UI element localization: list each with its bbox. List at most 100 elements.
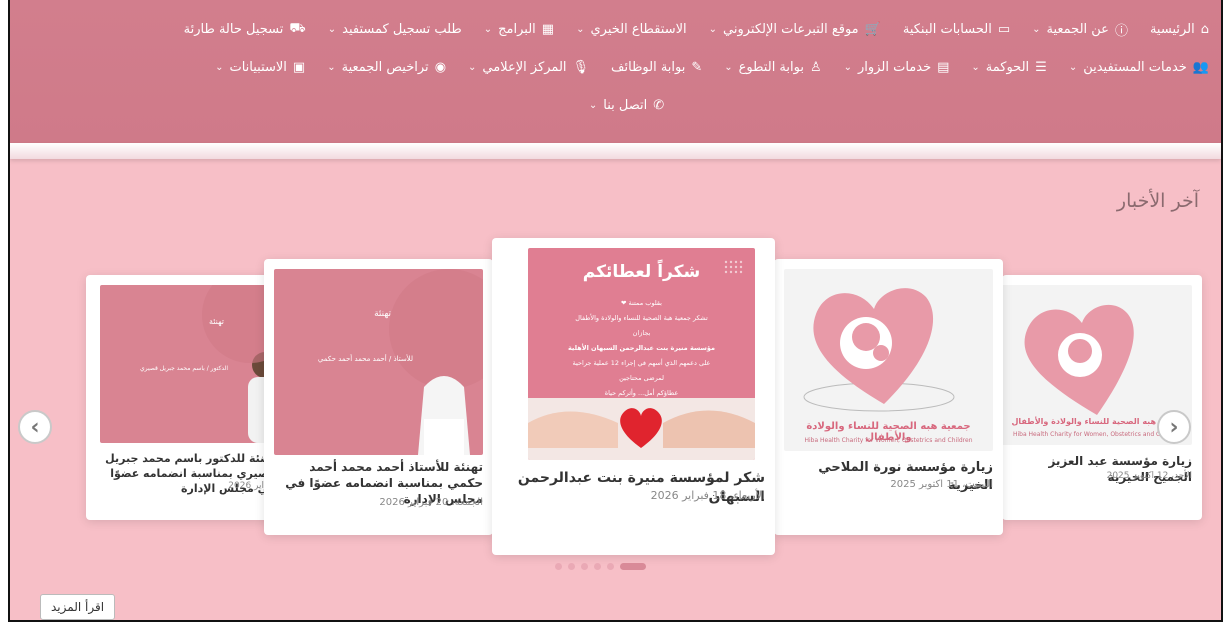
card-image-line: لمرضى محتاجين bbox=[619, 374, 664, 382]
nav-item-label: عن الجمعية bbox=[1046, 21, 1109, 37]
news-card[interactable]: تهنئة للأستاذ / أحمد محمد أحمد حكمي تهنئ… bbox=[264, 259, 493, 535]
nav-item-row2-2[interactable]: ▤ خدمات الزوار ⌄ bbox=[844, 60, 950, 75]
chevron-down-icon: ⌄ bbox=[327, 23, 337, 35]
card-image-title: شكراً لعطائكم bbox=[582, 262, 701, 282]
card-image: تهنئة الدكتور / باسم محمد جبريل قصيري bbox=[100, 285, 286, 443]
nav-item-row2-6[interactable]: ◉ تراخيص الجمعية ⌄ bbox=[327, 60, 446, 75]
read-more-button[interactable]: اقرأ المزيد bbox=[40, 594, 116, 620]
chevron-down-icon: ⌄ bbox=[971, 61, 980, 73]
home-icon: ⌂ bbox=[1200, 21, 1209, 37]
card-date: الأربعاء، 18 فبراير 2026 bbox=[650, 489, 765, 502]
nav-item-label: بوابة التطوع bbox=[738, 59, 804, 75]
nav-item-label: الحوكمة bbox=[985, 59, 1030, 75]
card-image-title: تهنئة bbox=[208, 317, 224, 326]
nav-item-row2-5[interactable]: 🎙 المركز الإعلامي ⌄ bbox=[468, 60, 589, 75]
microphone-icon: 🎙 bbox=[572, 59, 590, 75]
carousel-pagination bbox=[555, 563, 646, 570]
nav-row-1: ⌂ الرئيسية ⓘ عن الجمعية ⌄ ▭ الحسابات البنكية 🛒 م… bbox=[22, 10, 1209, 48]
person-photo-icon bbox=[202, 285, 286, 443]
nav-item-row1-2[interactable]: ▭ الحسابات البنكية bbox=[903, 22, 1010, 37]
nav-item-label: تراخيص الجمعية bbox=[341, 59, 429, 75]
news-card[interactable]: جمعية هبه الصحية للنساء والولادة والأطفا… bbox=[774, 259, 1003, 535]
card-image-name: للأستاذ / أحمد محمد أحمد حكمي bbox=[317, 355, 413, 363]
person-icon: ♙ bbox=[809, 59, 822, 75]
nav-item-row1-3[interactable]: 🛒 موقع التبرعات الإلكتروني ⌄ bbox=[709, 22, 881, 37]
nav-item-row2-0[interactable]: 👥 خدمات المستفيدين ⌄ bbox=[1069, 60, 1209, 75]
users-icon: 👥 bbox=[1192, 59, 1209, 75]
carousel-prev-button[interactable]: ‹ bbox=[18, 410, 52, 444]
nav-item-row2-3[interactable]: ♙ بوابة التطوع ⌄ bbox=[724, 60, 821, 75]
card-image-line: مؤسسة منيرة بنت عبدالرحمن السبهان الأهلي… bbox=[567, 344, 716, 352]
phone-icon: ✆ bbox=[653, 97, 665, 113]
nav-item-row1-5[interactable]: ▦ البرامج ⌄ bbox=[484, 22, 554, 37]
chevron-down-icon: ⌄ bbox=[468, 61, 477, 73]
nav-item-label: طلب تسجيل كمستفيد bbox=[342, 21, 462, 37]
news-card[interactable]: تهنئة الدكتور / باسم محمد جبريل قصيري ته… bbox=[86, 275, 286, 520]
news-card[interactable]: جمعية هبه الصحية للنساء والولادة والأطفا… bbox=[1002, 275, 1202, 520]
globe-icon: ◉ bbox=[434, 59, 447, 75]
chevron-down-icon: ⌄ bbox=[215, 61, 224, 73]
nav-item-row1-7[interactable]: ⛟ تسجيل حالة طارئة bbox=[184, 21, 306, 38]
nav-item-label: الحسابات البنكية bbox=[902, 21, 992, 37]
card-image-line: على دعمهم الذي أسهم في إجراء 12 عملية جر… bbox=[572, 359, 711, 367]
page-frame: ⌂ الرئيسية ⓘ عن الجمعية ⌄ ▭ الحسابات البنكية 🛒 م… bbox=[8, 0, 1223, 622]
nav-row-3: ✆ اتصل بنا ⌄ bbox=[22, 86, 1209, 124]
card-image-line: عطاؤكم أمل... وأثركم حياة bbox=[604, 389, 679, 397]
chevron-down-icon: ⌄ bbox=[327, 61, 336, 73]
main-navigation: ⌂ الرئيسية ⓘ عن الجمعية ⌄ ▭ الحسابات البنكية 🛒 م… bbox=[10, 0, 1221, 143]
carousel-dot[interactable] bbox=[607, 563, 614, 570]
card-image-title: تهنئة bbox=[374, 309, 391, 319]
nav-item-label: البرامج bbox=[498, 21, 536, 37]
nav-item-row1-6[interactable]: طلب تسجيل كمستفيد ⌄ bbox=[328, 22, 462, 37]
nav-item-label: الرئيسية bbox=[1149, 21, 1195, 37]
chevron-left-icon: ‹ bbox=[30, 414, 40, 440]
carousel-dot[interactable] bbox=[620, 563, 646, 570]
chevron-down-icon: ⌄ bbox=[1032, 23, 1041, 35]
card-date: الأحد، 12 اكتوبر 2025 bbox=[1106, 471, 1192, 481]
card-image: جمعية هبه الصحية للنساء والولادة والأطفا… bbox=[784, 269, 993, 451]
chevron-down-icon: ⌄ bbox=[708, 23, 718, 35]
carousel-dot[interactable] bbox=[568, 563, 575, 570]
ambulance-icon: ⛟ bbox=[289, 20, 306, 36]
nav-item-label: اتصل بنا bbox=[603, 97, 648, 113]
nav-item-label: موقع التبرعات الإلكتروني bbox=[723, 21, 859, 37]
cart-icon: 🛒 bbox=[864, 21, 881, 37]
calendar-icon: ▦ bbox=[541, 21, 555, 37]
card-org-english: Hiba Health Charity for Women, Obstetric… bbox=[804, 437, 973, 444]
nav-item-row1-0[interactable]: ⌂ الرئيسية bbox=[1150, 22, 1209, 37]
carousel-dot[interactable] bbox=[555, 563, 562, 570]
card-image-line: بقلوب ممتنة ❤ bbox=[621, 299, 662, 307]
chevron-down-icon: ⌄ bbox=[1068, 61, 1078, 73]
chevron-down-icon: ⌄ bbox=[843, 61, 853, 73]
chevron-down-icon: ⌄ bbox=[724, 61, 733, 73]
section-title: آخر الأخبار bbox=[1116, 190, 1199, 212]
card-image-line: تشكر جمعية هبة الصحية للنساء والولادة وا… bbox=[575, 314, 708, 322]
nav-row-2: 👥 خدمات المستفيدين ⌄ ☰ الحوكمة ⌄ ▤ خدمات الزوار… bbox=[22, 48, 1209, 86]
card-image: شكراً لعطائكم بقلوب ممتنة ❤ تشكر جمعية هب… bbox=[528, 248, 755, 460]
carousel-dot[interactable] bbox=[594, 563, 601, 570]
chevron-right-icon: › bbox=[1169, 414, 1179, 440]
nav-divider bbox=[10, 143, 1221, 159]
card-date: السبت، 11 اكتوبر 2025 bbox=[890, 479, 993, 490]
nav-item-row1-4[interactable]: الاستقطاع الخيري ⌄ bbox=[576, 22, 687, 37]
nav-item-label: الاستقطاع الخيري bbox=[590, 21, 687, 37]
carousel-next-button[interactable]: › bbox=[1157, 410, 1191, 444]
chevron-down-icon: ⌄ bbox=[588, 99, 598, 111]
carousel-dot[interactable] bbox=[581, 563, 588, 570]
nav-item-label: خدمات المستفيدين bbox=[1083, 59, 1187, 75]
nav-item-row2-7[interactable]: ▣ الاستبيانات ⌄ bbox=[215, 60, 305, 75]
card-date: الجمعة، 20 فبراير 2026 bbox=[379, 497, 483, 508]
nav-item-label: تسجيل حالة طارئة bbox=[183, 21, 284, 37]
nav-item-row1-1[interactable]: ⓘ عن الجمعية ⌄ bbox=[1032, 20, 1128, 39]
nav-item-row2-4[interactable]: ✎ بوابة الوظائف bbox=[611, 60, 702, 75]
server-icon: ▤ bbox=[937, 59, 950, 75]
nav-item-row3-0[interactable]: ✆ اتصل بنا ⌄ bbox=[589, 98, 664, 113]
news-card-active[interactable]: شكراً لعطائكم بقلوب ممتنة ❤ تشكر جمعية هب… bbox=[492, 238, 775, 555]
card-image: تهنئة للأستاذ / أحمد محمد أحمد حكمي bbox=[274, 269, 483, 455]
card-image-line: بجازان bbox=[632, 329, 651, 337]
chevron-down-icon: ⌄ bbox=[576, 23, 585, 35]
list-icon: ☰ bbox=[1035, 59, 1047, 75]
nav-item-label: بوابة الوظائف bbox=[611, 59, 686, 75]
nav-item-label: الاستبيانات bbox=[229, 59, 287, 75]
nav-item-row2-1[interactable]: ☰ الحوكمة ⌄ bbox=[971, 60, 1046, 75]
